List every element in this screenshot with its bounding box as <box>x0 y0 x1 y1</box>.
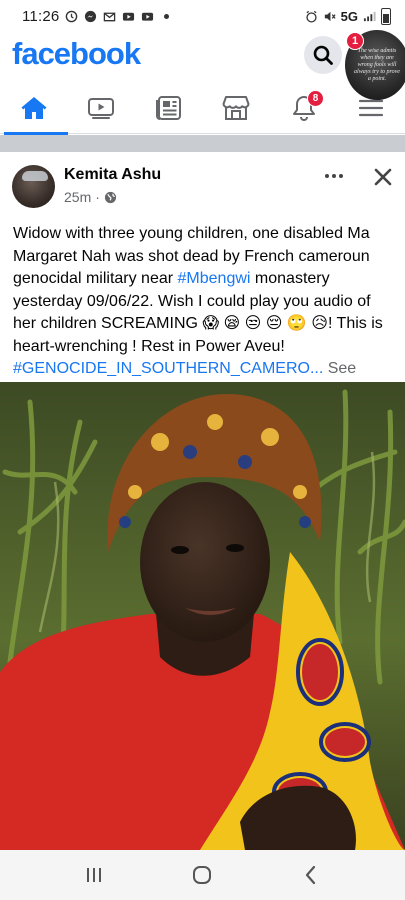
home-icon <box>21 97 47 119</box>
battery-icon <box>381 7 391 25</box>
search-icon <box>313 45 333 65</box>
more-dot <box>332 174 336 178</box>
more-dot <box>339 174 343 178</box>
tab-home[interactable] <box>0 82 68 135</box>
status-bar: 11:26 5G <box>0 0 405 32</box>
status-time: 11:26 <box>22 7 60 25</box>
signal-icon <box>363 11 376 21</box>
facebook-logo[interactable]: facebook <box>12 36 141 72</box>
newsfeed-icon <box>155 96 181 120</box>
hashtag-link[interactable]: #Mbengwi <box>178 270 251 287</box>
post-meta: 25m · <box>64 189 117 205</box>
gmail-icon <box>104 12 116 21</box>
story-bubble-text: The wise admits when they are wrong fool… <box>354 47 400 82</box>
tab-notifications[interactable]: 8 <box>270 82 338 134</box>
status-left: 11:26 <box>22 7 170 25</box>
alarm-icon <box>306 10 317 23</box>
menu-icon <box>359 99 384 117</box>
tab-news[interactable] <box>135 82 203 134</box>
photo-illustration <box>0 382 405 850</box>
messenger-icon <box>85 10 97 22</box>
post-text: Widow with three young children, one dis… <box>13 223 397 403</box>
emoji-sequence: 😱 😪 😒 😔 🙄 😥 <box>202 315 328 332</box>
video-icon <box>88 98 115 119</box>
system-nav-bar <box>0 850 405 900</box>
nav-tabs: 8 <box>0 82 405 135</box>
chevron-left-icon <box>305 865 315 885</box>
tab-marketplace[interactable] <box>203 82 271 134</box>
close-icon <box>374 168 392 186</box>
more-notifications-dot <box>164 13 170 19</box>
mute-icon <box>324 11 336 21</box>
hashtag-link[interactable]: #GENOCIDE_IN_SOUTHERN_CAMERO... <box>13 360 323 377</box>
recent-apps-button[interactable] <box>74 860 114 890</box>
post-header: Kemita Ashu 25m · <box>0 152 405 216</box>
author-name[interactable]: Kemita Ashu <box>64 166 161 184</box>
post-time[interactable]: 25m <box>64 189 91 205</box>
youtube-icon <box>123 12 135 21</box>
network-type: 5G <box>340 8 358 24</box>
search-button[interactable] <box>304 36 342 74</box>
feed-separator <box>0 135 405 152</box>
hide-post-button[interactable] <box>370 164 396 190</box>
clock-icon <box>66 10 78 22</box>
tab-watch[interactable] <box>68 82 136 134</box>
youtube-icon <box>142 12 154 21</box>
notifications-badge: 8 <box>307 90 324 107</box>
marketplace-icon <box>222 96 250 120</box>
more-dot <box>325 174 329 178</box>
status-right: 5G <box>305 7 391 25</box>
story-badge: 1 <box>346 32 364 50</box>
home-system-button[interactable] <box>182 860 222 890</box>
back-button[interactable] <box>291 860 331 890</box>
post-options-button[interactable] <box>322 164 346 188</box>
post-photo[interactable] <box>0 382 405 850</box>
meta-separator: · <box>95 189 100 205</box>
globe-icon <box>104 191 116 203</box>
app-header: facebook <box>0 32 405 78</box>
recent-apps-icon <box>87 868 102 882</box>
home-circle-icon <box>193 866 212 884</box>
author-avatar[interactable] <box>12 165 55 208</box>
